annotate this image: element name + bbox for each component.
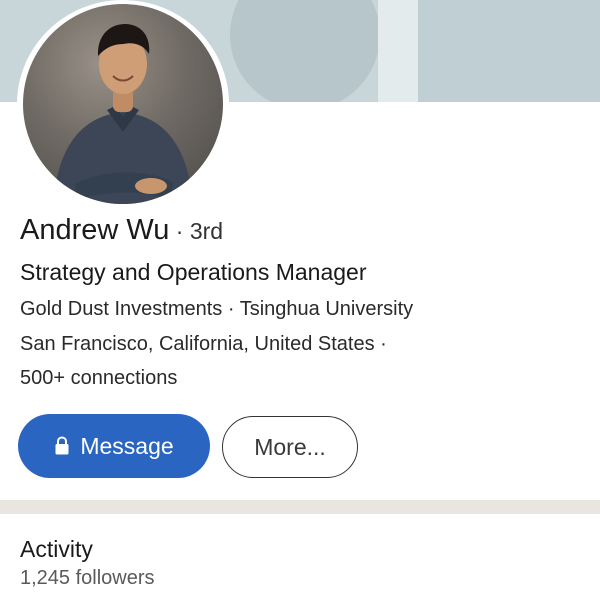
person-silhouette-icon — [53, 24, 193, 204]
profile-connections[interactable]: 500+ connections — [20, 367, 177, 390]
profile-avatar[interactable] — [17, 0, 229, 208]
profile-location: San Francisco, California, United States… — [20, 333, 387, 355]
avatar-photo — [23, 4, 223, 204]
cover-shape — [378, 0, 418, 102]
cover-shape — [230, 0, 380, 102]
activity-heading: Activity — [20, 536, 93, 562]
message-button[interactable]: Message — [18, 414, 210, 478]
profile-company-education[interactable]: Gold Dust Investments · Tsinghua Univers… — [20, 298, 413, 321]
cover-shape — [418, 0, 600, 102]
message-button-label: Message — [80, 432, 174, 459]
followers-count[interactable]: 1,245 followers — [20, 567, 155, 590]
profile-name: Andrew Wu — [20, 214, 170, 246]
profile-page: Andrew Wu · 3rd Strategy and Operations … — [0, 0, 600, 600]
more-button[interactable]: More... — [222, 416, 358, 478]
connection-degree: · 3rd — [169, 218, 224, 244]
profile-headline: Strategy and Operations Manager — [20, 259, 367, 285]
section-divider — [0, 500, 600, 514]
more-button-label: More... — [254, 433, 326, 460]
lock-icon — [55, 436, 69, 455]
profile-name-line: Andrew Wu · 3rd — [20, 214, 223, 247]
